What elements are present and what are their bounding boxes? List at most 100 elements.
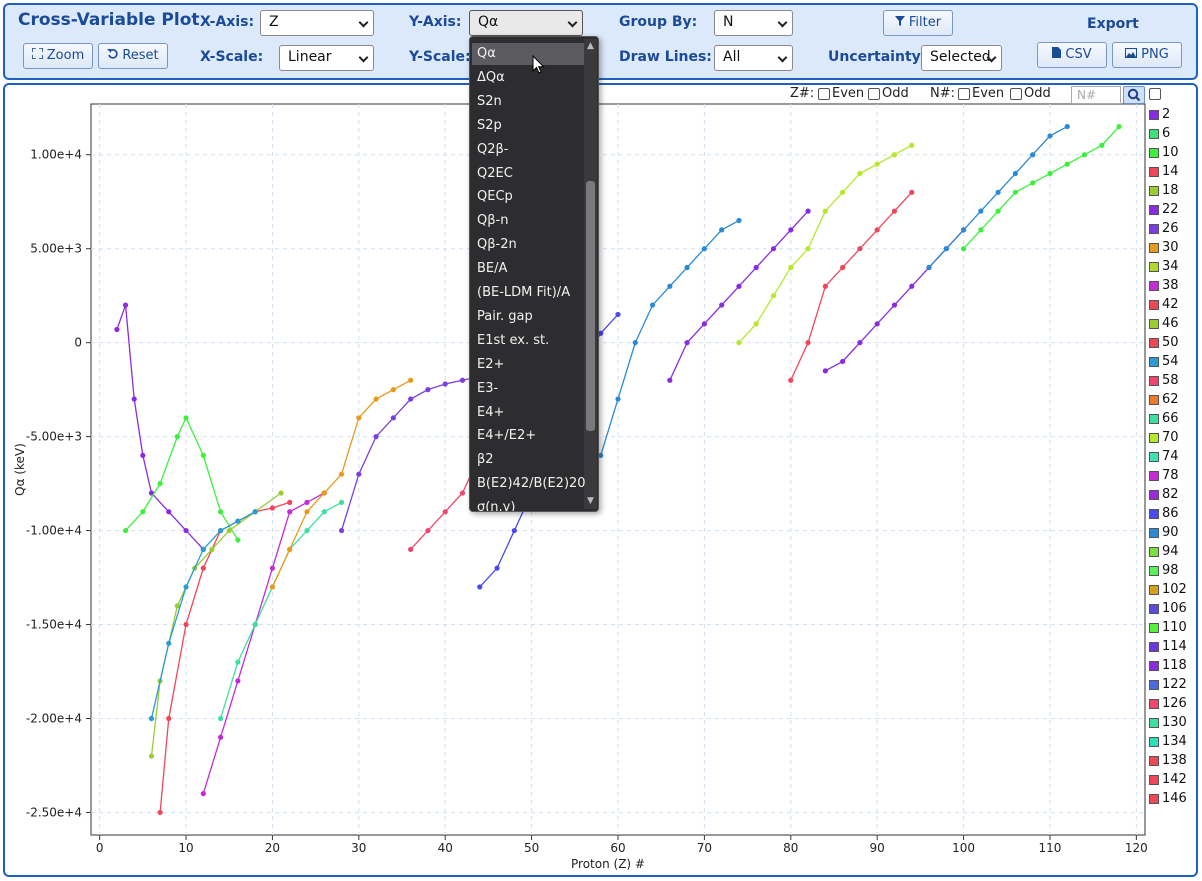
n-even-checkbox[interactable] — [958, 88, 970, 100]
x-tick-label: 0 — [96, 841, 104, 855]
y-axis-option[interactable]: Q2EC — [472, 163, 584, 185]
legend-item[interactable]: 142 — [1148, 771, 1198, 790]
legend-item[interactable]: 42 — [1148, 296, 1198, 315]
legend-item[interactable]: 126 — [1148, 695, 1198, 714]
n-odd-checkbox[interactable] — [1010, 88, 1022, 100]
data-point — [122, 527, 129, 534]
legend-item[interactable]: 114 — [1148, 638, 1198, 657]
data-point — [235, 518, 241, 524]
data-point — [114, 326, 120, 333]
legend-item[interactable]: 102 — [1148, 581, 1198, 600]
legend-label: 134 — [1162, 734, 1187, 749]
y-axis-option[interactable]: S2n — [472, 91, 584, 113]
y-axis-option[interactable]: (BE-LDM Fit)/A — [472, 282, 584, 304]
legend-item[interactable]: 130 — [1148, 714, 1198, 733]
scroll-up-icon[interactable]: ▲ — [586, 42, 595, 51]
legend-item[interactable]: 134 — [1148, 733, 1198, 752]
legend-item[interactable]: 78 — [1148, 467, 1198, 486]
n-search-input[interactable]: N# — [1071, 86, 1121, 104]
data-point — [1064, 161, 1070, 167]
y-axis-option[interactable]: σ(n,γ) — [472, 497, 584, 511]
legend-item[interactable]: 74 — [1148, 448, 1198, 467]
data-point — [338, 499, 345, 505]
legend-swatch — [1149, 433, 1159, 443]
legend-swatch — [1149, 547, 1159, 557]
legend-label: 54 — [1162, 354, 1179, 369]
legend-label: 14 — [1162, 164, 1179, 179]
y-axis-option[interactable]: E2+ — [472, 354, 584, 376]
n-search-button[interactable] — [1123, 86, 1145, 104]
legend-item[interactable]: 58 — [1148, 372, 1198, 391]
legend-label: 2 — [1162, 107, 1171, 122]
data-point — [719, 302, 725, 308]
legend-item[interactable]: 94 — [1148, 543, 1198, 562]
legend-item[interactable]: 118 — [1148, 657, 1198, 676]
y-axis-option[interactable]: BE/A — [472, 258, 584, 280]
y-axis-option[interactable]: E3- — [472, 378, 584, 400]
data-point — [684, 340, 690, 346]
legend-item[interactable]: 22 — [1148, 201, 1198, 220]
y-axis-option[interactable]: E1st ex. st. — [472, 330, 584, 352]
legend-select-all-checkbox[interactable] — [1149, 88, 1161, 100]
legend-item[interactable]: 138 — [1148, 752, 1198, 771]
y-tick-label: -1.00e+4 — [26, 524, 82, 538]
legend-item[interactable]: 70 — [1148, 429, 1198, 448]
legend-swatch — [1149, 243, 1159, 253]
legend-item[interactable]: 30 — [1148, 239, 1198, 258]
legend-item[interactable]: 46 — [1148, 315, 1198, 334]
legend-item[interactable]: 82 — [1148, 486, 1198, 505]
y-axis-option[interactable]: E4+/E2+ — [472, 425, 584, 447]
legend-item[interactable]: 66 — [1148, 410, 1198, 429]
legend-swatch — [1149, 528, 1159, 538]
legend-item[interactable]: 38 — [1148, 277, 1198, 296]
data-point — [442, 381, 448, 387]
dropdown-scrollbar[interactable]: ▲ ▼ — [584, 39, 597, 509]
legend-item[interactable]: 90 — [1148, 524, 1198, 543]
y-axis-dropdown-list[interactable]: ▲ ▼ Qα ΔQα S2n S2p Q2β- Q2EC QECp Qβ-n Qβ-2n BE/A… — [469, 36, 599, 512]
y-axis-option[interactable]: Pair. gap — [472, 306, 584, 328]
y-axis-option[interactable]: Qβ-2n — [472, 234, 584, 256]
y-tick-label: 0 — [74, 336, 82, 350]
dropdown-scroll-thumb[interactable] — [586, 181, 595, 431]
legend-swatch — [1149, 642, 1159, 652]
data-point — [1099, 142, 1105, 148]
data-point — [183, 527, 189, 534]
y-axis-option[interactable]: QECp — [472, 186, 584, 208]
data-point — [140, 509, 146, 515]
z-odd-label: Odd — [882, 86, 909, 101]
y-tick-label: 5.00e+3 — [30, 242, 82, 256]
legend-item[interactable]: 6 — [1148, 125, 1198, 144]
qalpha-vs-z-chart[interactable]: 0 10 20 30 40 50 60 70 80 90 100 110 1201.00e+45.00e… — [0, 0, 1202, 881]
legend-item[interactable]: 54 — [1148, 353, 1198, 372]
data-point — [200, 546, 206, 552]
legend-item[interactable]: 10 — [1148, 144, 1198, 163]
legend-item[interactable]: 122 — [1148, 676, 1198, 695]
legend-item[interactable]: 2 — [1148, 106, 1198, 125]
legend-item[interactable]: 34 — [1148, 258, 1198, 277]
data-point — [822, 208, 828, 214]
legend-item[interactable]: 62 — [1148, 391, 1198, 410]
y-axis-option[interactable]: Qα — [472, 43, 584, 65]
y-axis-option[interactable]: E4+ — [472, 402, 584, 424]
legend-item[interactable]: 50 — [1148, 334, 1198, 353]
z-even-checkbox[interactable] — [818, 88, 830, 100]
x-tick-label: 50 — [524, 841, 539, 855]
y-axis-option[interactable]: ΔQα — [472, 67, 584, 89]
y-axis-option[interactable]: Qβ-n — [472, 210, 584, 232]
legend-item[interactable]: 26 — [1148, 220, 1198, 239]
data-point — [753, 321, 759, 327]
y-axis-option[interactable]: S2p — [472, 115, 584, 137]
legend-item[interactable]: 146 — [1148, 790, 1198, 809]
legend-item[interactable]: 86 — [1148, 505, 1198, 524]
y-axis-option[interactable]: Q2β- — [472, 139, 584, 161]
legend-item[interactable]: 14 — [1148, 163, 1198, 182]
legend-item[interactable]: 110 — [1148, 619, 1198, 638]
scroll-down-icon[interactable]: ▼ — [586, 497, 595, 506]
legend-item[interactable]: 106 — [1148, 600, 1198, 619]
z-odd-checkbox[interactable] — [868, 88, 880, 100]
legend-item[interactable]: 18 — [1148, 182, 1198, 201]
data-point — [373, 396, 379, 402]
legend-item[interactable]: 98 — [1148, 562, 1198, 581]
y-axis-option[interactable]: B(E2)42/B(E2)20 — [472, 473, 586, 495]
y-axis-option[interactable]: β2 — [472, 449, 584, 471]
